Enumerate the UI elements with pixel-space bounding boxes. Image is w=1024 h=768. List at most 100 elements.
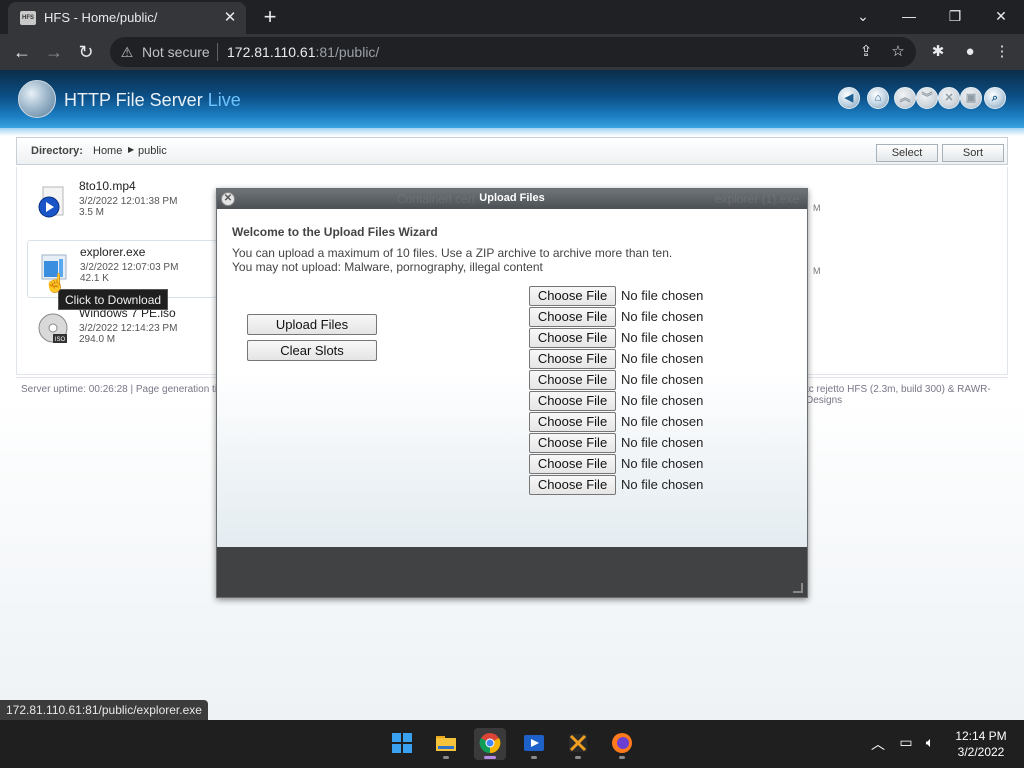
close-window-button[interactable]: ✕ bbox=[978, 2, 1024, 30]
lock-icon[interactable]: ▣ bbox=[960, 87, 982, 109]
system-clock[interactable]: 12:14 PM 3/2/2022 bbox=[950, 728, 1012, 760]
security-label[interactable]: Not secure bbox=[142, 44, 210, 60]
close-tab-icon[interactable]: ✕ bbox=[220, 8, 240, 28]
file-name[interactable]: 8to10.mp4 bbox=[79, 179, 136, 193]
wizard-heading: Welcome to the Upload Files Wizard bbox=[232, 225, 438, 239]
no-file-chosen-label: No file chosen bbox=[621, 351, 704, 366]
back-arrow-icon[interactable]: ◀ bbox=[838, 87, 860, 109]
breadcrumb-public[interactable]: public bbox=[138, 145, 167, 157]
choose-file-button[interactable]: Choose File bbox=[529, 328, 616, 348]
volume-icon[interactable]: 🔈︎ bbox=[920, 734, 940, 751]
file-date: 3/2/2022 12:14:23 PM bbox=[79, 323, 178, 334]
hfs-header: HTTP File Server Live ◀ ⌂ ︽ ︾ ✕ ▣ ⌕ bbox=[0, 70, 1024, 136]
select-button[interactable]: Select bbox=[876, 144, 938, 162]
dialog-titlebar[interactable]: Containerl cert explorer (1).exe ✕ Uploa… bbox=[217, 189, 807, 209]
breadcrumb-arrow-icon: ▶ bbox=[128, 145, 135, 154]
url-host: 172.81.110.61 bbox=[227, 44, 316, 60]
start-button[interactable] bbox=[386, 728, 418, 760]
extensions-puzzle-icon[interactable]: ✱ bbox=[926, 40, 950, 64]
directory-bar: Directory: Home ▶ public Select Sort bbox=[16, 137, 1008, 165]
breadcrumb-home[interactable]: Home bbox=[93, 145, 122, 157]
clock-date: 3/2/2022 bbox=[957, 745, 1005, 759]
minimize-button[interactable]: — bbox=[886, 2, 932, 30]
url-text[interactable]: 172.81.110.61:81/public/ bbox=[227, 44, 379, 60]
choose-file-button[interactable]: Choose File bbox=[529, 349, 616, 369]
bookmark-star-icon[interactable]: ☆ bbox=[886, 40, 910, 64]
no-file-chosen-label: No file chosen bbox=[621, 330, 704, 345]
no-file-chosen-label: No file chosen bbox=[621, 309, 704, 324]
new-tab-button[interactable]: + bbox=[258, 6, 282, 28]
file-name[interactable]: explorer.exe bbox=[80, 245, 145, 259]
tab-hfs[interactable]: HFS HFS - Home/public/ ✕ bbox=[8, 2, 246, 34]
ghost-meta: M bbox=[813, 266, 821, 276]
upload-files-button[interactable]: Upload Files bbox=[247, 314, 377, 335]
media-player-taskbar-button[interactable] bbox=[518, 728, 550, 760]
file-item[interactable]: 8to10.mp4 3/2/2022 12:01:38 PM 3.5 M bbox=[27, 175, 217, 233]
clear-slots-button[interactable]: Clear Slots bbox=[247, 340, 377, 361]
toolbox-taskbar-button[interactable] bbox=[562, 728, 594, 760]
share-icon[interactable]: ⇪ bbox=[854, 40, 878, 64]
collapse-down-icon[interactable]: ︾ bbox=[916, 87, 938, 109]
choose-file-button[interactable]: Choose File bbox=[529, 307, 616, 327]
tab-title: HFS - Home/public/ bbox=[44, 10, 158, 25]
resize-handle-icon[interactable] bbox=[793, 583, 803, 593]
upload-files-dialog: Containerl cert explorer (1).exe ✕ Uploa… bbox=[216, 188, 808, 598]
tools-icon bbox=[569, 734, 587, 752]
wizard-limit-text: You can upload a maximum of 10 files. Us… bbox=[232, 246, 673, 260]
browser-toolbar: ← → ↻ ⚠ Not secure 172.81.110.61:81/publ… bbox=[0, 34, 1024, 70]
choose-file-button[interactable]: Choose File bbox=[529, 412, 616, 432]
tab-strip: HFS HFS - Home/public/ ✕ + ⌄ — ❐ ✕ bbox=[0, 0, 1024, 34]
show-hidden-icons-chevron[interactable]: ︿ bbox=[868, 734, 888, 754]
choose-file-button[interactable]: Choose File bbox=[529, 454, 616, 474]
network-icon[interactable]: ▭ bbox=[896, 734, 916, 751]
menu-kebab-icon[interactable]: ⋮ bbox=[990, 40, 1014, 64]
running-indicator bbox=[575, 756, 581, 759]
directory-label: Directory: bbox=[31, 145, 83, 157]
chrome-taskbar-button[interactable] bbox=[474, 728, 506, 760]
windows-taskbar: ︿ ▭ 🔈︎ 12:14 PM 3/2/2022 bbox=[0, 720, 1024, 768]
running-indicator bbox=[443, 756, 449, 759]
search-icon[interactable]: ⌕ bbox=[984, 87, 1006, 109]
dialog-footer bbox=[217, 547, 807, 597]
expand-up-icon[interactable]: ︽ bbox=[894, 87, 916, 109]
footer-credits[interactable]: tc rejetto HFS (2.3m, build 300) & RAWR-… bbox=[806, 384, 1024, 406]
ghost-meta: M bbox=[813, 203, 821, 213]
iso-disc-icon: ISO bbox=[38, 313, 68, 343]
page-content: HTTP File Server Live ◀ ⌂ ︽ ︾ ✕ ▣ ⌕ Dire… bbox=[0, 70, 1024, 720]
choose-file-button[interactable]: Choose File bbox=[529, 391, 616, 411]
choose-file-button[interactable]: Choose File bbox=[529, 475, 616, 495]
no-file-chosen-label: No file chosen bbox=[621, 393, 704, 408]
file-size: 3.5 M bbox=[79, 207, 105, 218]
no-file-chosen-label: No file chosen bbox=[621, 372, 704, 387]
wizard-policy-text: You may not upload: Malware, pornography… bbox=[232, 260, 543, 274]
link-status-bubble: 172.81.110.61:81/public/explorer.exe bbox=[0, 700, 208, 720]
profile-avatar-icon[interactable]: ● bbox=[958, 40, 982, 64]
choose-file-button[interactable]: Choose File bbox=[529, 370, 616, 390]
restore-button[interactable]: ❐ bbox=[932, 2, 978, 30]
choose-file-button[interactable]: Choose File bbox=[529, 286, 616, 306]
forward-button[interactable]: → bbox=[40, 38, 68, 66]
hfs-title-main: HTTP File Server bbox=[64, 90, 203, 110]
home-icon[interactable]: ⌂ bbox=[867, 87, 889, 109]
firefox-taskbar-button[interactable] bbox=[606, 728, 638, 760]
tab-search-chevron-icon[interactable]: ⌄ bbox=[840, 2, 886, 30]
address-bar[interactable]: ⚠ Not secure 172.81.110.61:81/public/ ⇪ … bbox=[110, 37, 916, 67]
hfs-title-live: Live bbox=[207, 90, 241, 110]
hand-cursor-icon: ☝ bbox=[44, 273, 67, 293]
reload-button[interactable]: ↻ bbox=[72, 38, 100, 66]
sort-button[interactable]: Sort bbox=[942, 144, 1004, 162]
warning-icon[interactable]: ⚠ bbox=[118, 43, 136, 61]
close-circle-icon[interactable]: ✕ bbox=[938, 87, 960, 109]
choose-file-button[interactable]: Choose File bbox=[529, 433, 616, 453]
dialog-title: Upload Files bbox=[479, 192, 545, 204]
no-file-chosen-label: No file chosen bbox=[621, 435, 704, 450]
hfs-favicon-icon: HFS bbox=[20, 11, 36, 25]
running-indicator bbox=[619, 756, 625, 759]
omnibox-divider bbox=[217, 43, 218, 61]
chrome-icon bbox=[479, 733, 501, 754]
back-button[interactable]: ← bbox=[8, 38, 36, 66]
media-player-icon bbox=[524, 735, 544, 751]
no-file-chosen-label: No file chosen bbox=[621, 456, 704, 471]
file-explorer-taskbar-button[interactable] bbox=[430, 728, 462, 760]
no-file-chosen-label: No file chosen bbox=[621, 288, 704, 303]
